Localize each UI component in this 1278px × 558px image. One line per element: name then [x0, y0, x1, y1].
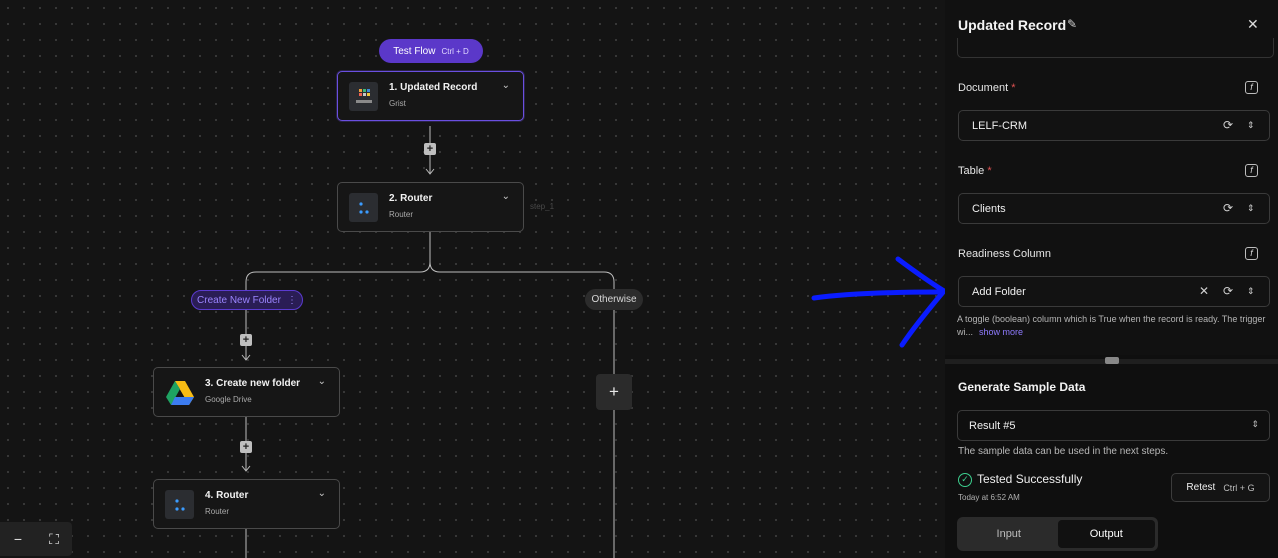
chevron-updown-icon: ⇕	[1247, 286, 1255, 296]
node-subtitle: Router	[205, 507, 230, 516]
scrolled-field	[957, 38, 1274, 58]
input-output-tabs: Input Output	[957, 517, 1158, 551]
readiness-help-text: A toggle (boolean) column which is True …	[957, 314, 1266, 337]
test-flow-button[interactable]: Test Flow Ctrl + D	[379, 39, 483, 63]
flow-canvas[interactable]: Test Flow Ctrl + D 1. Updated Record Gri…	[0, 0, 945, 558]
zoom-out-icon[interactable]: −	[6, 531, 30, 547]
google-drive-logo-icon	[165, 378, 194, 407]
test-status: Tested Successfully	[977, 472, 1083, 486]
refresh-icon[interactable]: ⟳	[1223, 284, 1233, 298]
check-circle-icon: ✓	[958, 473, 972, 487]
node-subtitle: Google Drive	[205, 395, 252, 404]
flow-step-create-new-folder[interactable]: 3. Create new folder Google Drive ⌄	[153, 367, 340, 417]
result-select-value: Result #5	[969, 420, 1016, 432]
node-subtitle: Router	[389, 210, 414, 219]
edit-pencil-icon[interactable]: ✎	[1067, 17, 1077, 31]
node-title: 4. Router	[205, 490, 249, 501]
readiness-select-value: Add Folder	[972, 286, 1026, 298]
branch-otherwise[interactable]: Otherwise	[585, 289, 643, 310]
branch-create-new-folder[interactable]: Create New Folder ⋮	[191, 290, 303, 310]
document-select[interactable]: LELF-CRM ⟳ ⇕	[958, 110, 1270, 141]
retest-shortcut: Ctrl + G	[1223, 482, 1255, 493]
step-label: step_1	[530, 202, 555, 211]
readiness-column-select[interactable]: Add Folder ✕ ⟳ ⇕	[958, 276, 1270, 307]
router-icon	[349, 193, 378, 222]
document-select-value: LELF-CRM	[972, 120, 1028, 132]
node-title: 1. Updated Record	[389, 82, 478, 93]
chevron-down-icon[interactable]: ⌄	[502, 191, 510, 202]
table-select-value: Clients	[972, 203, 1006, 215]
branch-label: Create New Folder	[197, 294, 281, 306]
result-select[interactable]: Result #5 ⇕	[957, 410, 1270, 441]
document-field-label: Document *	[958, 82, 1016, 94]
sample-note: The sample data can be used in the next …	[958, 446, 1169, 457]
flow-step-router-2[interactable]: 4. Router Router ⌄	[153, 479, 340, 529]
chevron-updown-icon: ⇕	[1251, 419, 1259, 429]
fit-view-icon[interactable]: ⛶	[42, 531, 66, 548]
grist-logo-icon	[349, 82, 378, 111]
chevron-down-icon[interactable]: ⌄	[502, 80, 510, 91]
chevron-updown-icon: ⇕	[1247, 203, 1255, 213]
test-flow-label: Test Flow	[393, 45, 436, 57]
refresh-icon[interactable]: ⟳	[1223, 201, 1233, 215]
panel-title: Updated Record	[958, 17, 1067, 33]
formula-toggle-icon[interactable]: f	[1245, 247, 1258, 260]
close-icon[interactable]: ✕	[1247, 16, 1259, 33]
retest-label: Retest	[1186, 482, 1216, 493]
annotation-arrow	[811, 256, 945, 348]
resize-handle[interactable]	[1105, 357, 1119, 364]
more-vertical-icon[interactable]: ⋮	[287, 295, 297, 306]
readiness-column-label: Readiness Column	[958, 248, 1051, 260]
node-subtitle: Grist	[389, 99, 406, 108]
tab-input[interactable]: Input	[960, 520, 1058, 548]
router-icon	[165, 490, 194, 519]
add-step-button[interactable]: +	[424, 143, 436, 155]
add-step-button[interactable]: +	[240, 334, 252, 346]
chevron-updown-icon: ⇕	[1247, 120, 1255, 130]
generate-sample-title: Generate Sample Data	[958, 380, 1086, 394]
formula-toggle-icon[interactable]: f	[1245, 81, 1258, 94]
tab-output[interactable]: Output	[1057, 520, 1155, 548]
refresh-icon[interactable]: ⟳	[1223, 118, 1233, 132]
node-title: 2. Router	[389, 193, 433, 204]
clear-icon[interactable]: ✕	[1199, 284, 1209, 298]
test-flow-shortcut: Ctrl + D	[441, 46, 469, 56]
table-select[interactable]: Clients ⟳ ⇕	[958, 193, 1270, 224]
zoom-controls: − ⛶	[0, 522, 72, 556]
add-step-button[interactable]: +	[240, 441, 252, 453]
chevron-down-icon[interactable]: ⌄	[318, 376, 326, 387]
table-field-label: Table *	[958, 165, 992, 177]
show-more-link[interactable]: show more	[979, 327, 1023, 337]
formula-toggle-icon[interactable]: f	[1245, 164, 1258, 177]
panel-config-section: Updated Record ✎ ✕ Document * f LELF-CRM…	[945, 0, 1278, 355]
retest-button[interactable]: Retest Ctrl + G	[1171, 473, 1270, 502]
flow-step-router[interactable]: 2. Router Router ⌄	[337, 182, 524, 232]
add-branch-step-button[interactable]: +	[596, 374, 632, 410]
chevron-down-icon[interactable]: ⌄	[318, 488, 326, 499]
step-settings-panel: Updated Record ✎ ✕ Document * f LELF-CRM…	[945, 0, 1278, 558]
test-timestamp: Today at 6:52 AM	[958, 493, 1020, 502]
flow-step-updated-record[interactable]: 1. Updated Record Grist ⌄	[337, 71, 524, 121]
node-title: 3. Create new folder	[205, 378, 301, 389]
